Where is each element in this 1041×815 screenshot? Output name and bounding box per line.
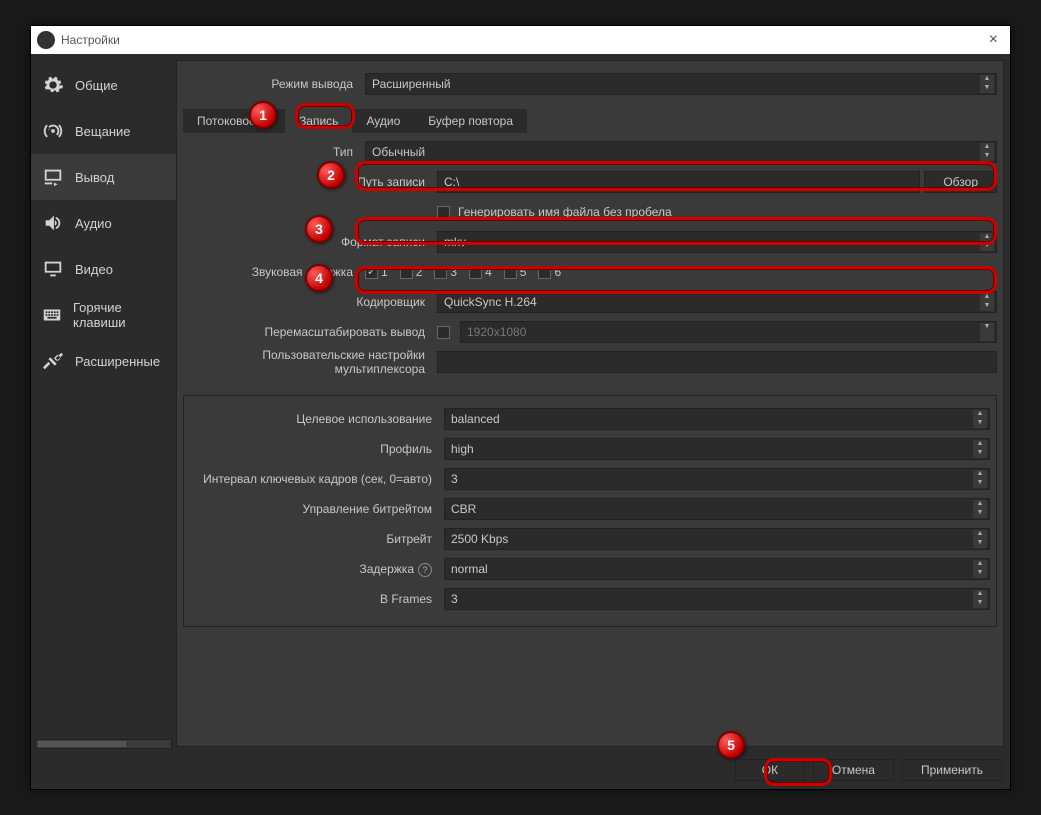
target-usage-label: Целевое использование [190, 412, 440, 426]
sidebar-item-label: Вещание [75, 124, 131, 139]
recording-format-select[interactable]: mkv ▲▼ [437, 231, 997, 253]
rate-control-label: Управление битрейтом [190, 502, 440, 516]
badge-3: 3 [305, 215, 333, 243]
window-title: Настройки [61, 33, 983, 47]
app-icon [37, 31, 55, 49]
help-icon[interactable]: ? [418, 563, 432, 577]
output-tabs: Потоковое … Запись Аудио Буфер повтора [183, 109, 997, 133]
monitor-icon [41, 257, 65, 281]
gear-icon [41, 73, 65, 97]
rescale-label: Перемасштабировать вывод [183, 325, 433, 339]
speaker-icon [41, 211, 65, 235]
ok-button[interactable]: ОК [735, 759, 805, 781]
sidebar-item-label: Общие [75, 78, 118, 93]
target-usage-select[interactable]: balanced▲▼ [444, 408, 990, 430]
latency-label: Задержка? [190, 562, 440, 577]
sidebar-item-video[interactable]: Видео [31, 246, 176, 292]
nospace-checkbox[interactable] [437, 206, 450, 219]
rescale-select: 1920x1080 ▼ [460, 321, 997, 343]
sidebar-item-hotkeys[interactable]: Горячие клавиши [31, 292, 176, 338]
sidebar-item-output[interactable]: Вывод [31, 154, 176, 200]
apply-button[interactable]: Применить [902, 759, 1002, 781]
muxer-input[interactable] [437, 351, 997, 373]
recording-type-select[interactable]: Обычный ▲▼ [365, 141, 997, 163]
track-2-checkbox[interactable] [400, 266, 413, 279]
bframes-input[interactable]: 3▲▼ [444, 588, 990, 610]
recording-path-label: Путь записи [183, 175, 433, 189]
bitrate-label: Битрейт [190, 532, 440, 546]
sidebar-item-general[interactable]: Общие [31, 62, 176, 108]
sidebar-item-label: Вывод [75, 170, 114, 185]
monitor-arrow-icon [41, 165, 65, 189]
track-5-checkbox[interactable] [504, 266, 517, 279]
encoder-settings-group: Целевое использование balanced▲▼ Профиль… [183, 395, 997, 627]
nospace-label: Генерировать имя файла без пробела [458, 205, 672, 219]
close-icon[interactable]: × [983, 31, 1004, 49]
bitrate-input[interactable]: 2500 Kbps▲▼ [444, 528, 990, 550]
sidebar-item-audio[interactable]: Аудио [31, 200, 176, 246]
keyint-label: Интервал ключевых кадров (сек, 0=авто) [190, 472, 440, 486]
sidebar-item-label: Горячие клавиши [73, 300, 166, 330]
tools-icon [41, 349, 65, 373]
recording-type-label: Тип [183, 145, 361, 159]
sidebar: Общие Вещание Вывод Аудио Видео Горячие … [31, 54, 176, 753]
sidebar-scrollbar[interactable] [35, 739, 172, 749]
sidebar-item-label: Расширенные [75, 354, 160, 369]
tab-recording[interactable]: Запись [285, 109, 352, 133]
output-mode-label: Режим вывода [183, 77, 361, 91]
badge-5: 5 [717, 731, 745, 759]
titlebar: Настройки × [31, 26, 1010, 54]
sidebar-item-label: Аудио [75, 216, 112, 231]
badge-1: 1 [249, 101, 277, 129]
sidebar-item-stream[interactable]: Вещание [31, 108, 176, 154]
encoder-label: Кодировщик [183, 295, 433, 309]
badge-2: 2 [317, 161, 345, 189]
badge-4: 4 [305, 264, 333, 292]
rescale-checkbox[interactable] [437, 326, 450, 339]
tab-replay-buffer[interactable]: Буфер повтора [414, 109, 527, 133]
keyint-input[interactable]: 3▲▼ [444, 468, 990, 490]
track-4-checkbox[interactable] [469, 266, 482, 279]
browse-button[interactable]: Обзор [924, 171, 997, 193]
profile-select[interactable]: high▲▼ [444, 438, 990, 460]
muxer-label: Пользовательские настройки мультиплексор… [183, 348, 433, 376]
track-1-checkbox[interactable] [365, 266, 378, 279]
track-3-checkbox[interactable] [434, 266, 447, 279]
recording-path-input[interactable]: C:\ [437, 171, 920, 193]
sidebar-item-label: Видео [75, 262, 113, 277]
settings-window: Настройки × Общие Вещание Вывод Аудио [30, 25, 1011, 790]
audio-track-label: Звуковая дорожка [183, 265, 361, 279]
tab-audio[interactable]: Аудио [352, 109, 414, 133]
dialog-footer: ОК Отмена Применить 5 [31, 753, 1010, 789]
cancel-button[interactable]: Отмена [813, 759, 894, 781]
rate-control-select[interactable]: CBR▲▼ [444, 498, 990, 520]
latency-select[interactable]: normal▲▼ [444, 558, 990, 580]
encoder-select[interactable]: QuickSync H.264 ▲▼ [437, 291, 997, 313]
main-panel: Режим вывода Расширенный ▲▼ Потоковое … … [176, 60, 1004, 747]
audio-tracks: 1 2 3 4 5 6 [365, 265, 561, 279]
sidebar-item-advanced[interactable]: Расширенные [31, 338, 176, 384]
track-6-checkbox[interactable] [538, 266, 551, 279]
keyboard-icon [41, 303, 63, 327]
profile-label: Профиль [190, 442, 440, 456]
bframes-label: B Frames [190, 592, 440, 606]
broadcast-icon [41, 119, 65, 143]
output-mode-select[interactable]: Расширенный ▲▼ [365, 73, 997, 95]
